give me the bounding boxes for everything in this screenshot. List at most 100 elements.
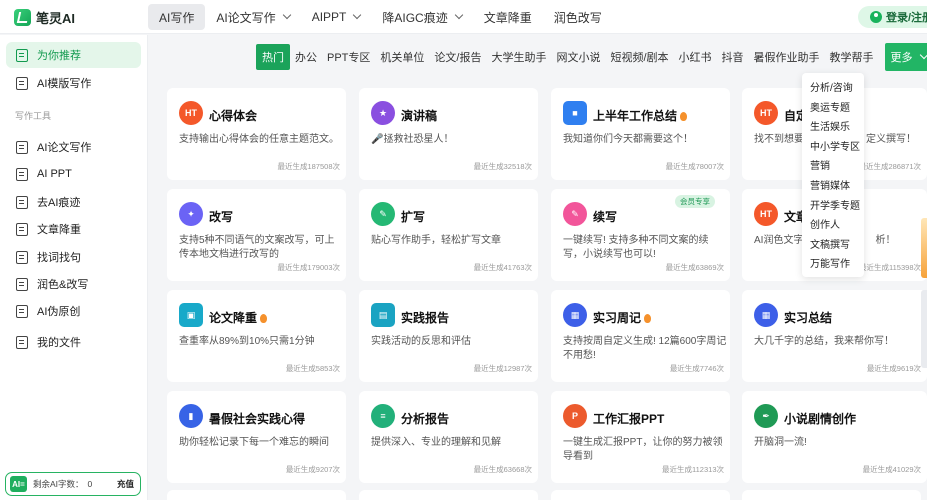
login-button[interactable]: 登录/注册	[858, 6, 927, 28]
ppt-icon	[16, 167, 28, 181]
card-description: 查重率从89%到10%只需1分钟	[179, 335, 344, 349]
sidebar-item-ai-ppt[interactable]: AI PPT	[6, 161, 141, 187]
card-title: 续写	[593, 208, 617, 225]
menu-item[interactable]: 生活娱乐	[802, 118, 864, 138]
template-card[interactable]: ✒ 小说剧情创作 开脑洞一流! 最近生成41029次	[742, 391, 927, 483]
card-title: 心得体会	[209, 107, 257, 124]
erase-icon	[16, 195, 28, 209]
sidebar-item-label: 润色&改写	[37, 279, 89, 291]
tab-douyin[interactable]: 抖音	[717, 44, 749, 70]
top-bar: 笔灵AI AI写作 AI论文写作 AIPPT 降AIGC痕迹 文章降重 润色改写…	[0, 0, 927, 34]
card-title-text: 实践报告	[401, 311, 450, 325]
ai-quota-bar: AI= 剩余AI字数： 0 充值	[5, 472, 141, 496]
card-description-text: 支持输出心得体会的任意主题范文。	[179, 134, 339, 145]
card-description: 开脑洞一流!	[754, 436, 919, 450]
template-card[interactable]: ★ 演讲稿 🎤拯救社恐星人！ 最近生成32518次	[359, 88, 538, 180]
card-description: 🎤拯救社恐星人！	[371, 133, 536, 147]
sidebar-item-remove-ai[interactable]: 去AI痕迹	[6, 189, 141, 215]
topnav-dedupe[interactable]: 文章降重	[473, 4, 543, 30]
menu-item[interactable]: 中小学专区	[802, 138, 864, 158]
card-title: 暑假社会实践心得	[209, 410, 305, 427]
menu-item[interactable]: 分析/咨询	[802, 79, 864, 99]
card-title: 实习总结	[784, 309, 832, 326]
card-title-text: 心得体会	[209, 109, 258, 123]
card-title-text: 暑假社会实践心得	[209, 412, 306, 426]
sidebar-item-polish[interactable]: 润色&改写	[6, 271, 141, 297]
menu-item[interactable]: 营销媒体	[802, 177, 864, 197]
fire-ht-icon: HT	[754, 202, 778, 226]
floating-widget[interactable]	[921, 290, 927, 368]
paper-icon	[16, 140, 28, 154]
doc-check-icon: ▣	[179, 303, 203, 327]
card-title: 实习周记	[593, 309, 652, 326]
sidebar-item-find-words[interactable]: 找词找句	[6, 244, 141, 270]
more-button[interactable]: 更多	[884, 43, 927, 71]
login-label: 登录/注册	[886, 12, 927, 24]
topnav-polish[interactable]: 润色改写	[543, 4, 613, 30]
tab-paper-report[interactable]: 论文/报告	[429, 44, 486, 70]
tab-hot[interactable]: 热门	[256, 44, 290, 70]
menu-item[interactable]: 文稿撰写	[802, 236, 864, 256]
tab-teaching[interactable]: 教学帮手	[825, 44, 879, 70]
tab-short-video[interactable]: 短视频/剧本	[605, 44, 673, 70]
template-card[interactable]: ▣ 论文降重 查重率从89%到10%只需1分钟 最近生成5853次	[167, 290, 346, 382]
tab-web-novel[interactable]: 网文小说	[551, 44, 605, 70]
card-title-text: 论文降重	[209, 311, 258, 325]
sidebar: 为你推荐 AI模版写作 写作工具 AI论文写作 AI PPT 去AI痕迹 文章降…	[0, 35, 148, 500]
sidebar-item-template-writing[interactable]: AI模版写作	[6, 70, 141, 96]
ai-quota-icon: AI=	[10, 476, 27, 492]
template-card[interactable]: ▦ 实习总结 大几千字的总结，我来帮你写！ 最近生成9619次	[742, 290, 927, 382]
template-card[interactable]: ✦ 改写 支持5种不同语气的文案改写，可上传本地文档进行改写的 最近生成179003次	[167, 189, 346, 281]
menu-item[interactable]: 奥运专题	[802, 99, 864, 119]
sidebar-item-label: 去AI痕迹	[37, 197, 81, 209]
tab-government[interactable]: 机关单位	[375, 44, 429, 70]
topnav-aippt[interactable]: AIPPT	[301, 4, 372, 30]
menu-item[interactable]: 营销	[802, 157, 864, 177]
card-usage-count: 最近生成63668次	[473, 465, 532, 474]
template-card[interactable]: ▮ 暑假社会实践心得 助你轻松记录下每一个难忘的瞬间 最近生成9207次	[167, 391, 346, 483]
card-description: 实践活动的反思和评估	[371, 335, 536, 349]
tab-office[interactable]: 办公	[290, 44, 322, 70]
card-usage-count: 最近生成9207次	[285, 465, 340, 474]
rewrite-icon	[16, 304, 28, 318]
sidebar-item-label: 找词找句	[37, 252, 81, 264]
topnav-label: 文章降重	[483, 10, 532, 25]
template-card[interactable]: ■ 上半年工作总结 我知道你们今天都需要这个！ 最近生成78007次	[551, 88, 730, 180]
topnav-ai-paper[interactable]: AI论文写作	[205, 4, 300, 30]
card-description-text: 开脑洞一流!	[754, 437, 807, 448]
sidebar-item-ai-paper[interactable]: AI论文写作	[6, 134, 141, 160]
logo[interactable]: 笔灵AI	[14, 8, 75, 27]
template-card[interactable]: ▦ 实习周记 支持按周自定义生成! 12篇600字周记不用愁! 最近生成7746次	[551, 290, 730, 382]
sidebar-item-my-files[interactable]: 我的文件	[6, 329, 141, 355]
menu-item[interactable]: 开学季专题	[802, 197, 864, 217]
card-description-text: 提供深入、专业的理解和见解	[371, 437, 501, 448]
template-card[interactable]: ≡ 分析报告 提供深入、专业的理解和见解 最近生成63668次	[359, 391, 538, 483]
card-description-text: 🎤拯救社恐星人！	[371, 134, 454, 145]
tab-summer-homework[interactable]: 暑假作业助手	[749, 44, 825, 70]
menu-item[interactable]: 创作人	[802, 216, 864, 236]
category-tabs: 热门 办公 PPT专区 机关单位 论文/报告 大学生助手 网文小说 短视频/剧本…	[256, 43, 927, 71]
template-card[interactable]: ✎ 扩写 贴心写作助手，轻松扩写文章 最近生成41763次	[359, 189, 538, 281]
card-description-tail: 析！	[875, 235, 896, 246]
sidebar-item-label: 我的文件	[37, 337, 81, 349]
card-usage-count: 最近生成32518次	[473, 162, 532, 171]
menu-item[interactable]: 万能写作	[802, 255, 864, 275]
template-card[interactable]: P 工作汇报PPT 一键生成汇报PPT，让你的努力被领导看到 最近生成112313次	[551, 391, 730, 483]
card-usage-count: 最近生成12987次	[473, 364, 532, 373]
topnav-ai-writing[interactable]: AI写作	[148, 4, 206, 30]
sidebar-item-pseudo-original[interactable]: AI伪原创	[6, 298, 141, 324]
topnav-reduce-aigc[interactable]: 降AIGC痕迹	[371, 4, 472, 30]
more-dropdown-menu: 分析/咨询 奥运专题 生活娱乐 中小学专区 营销 营销媒体 开学季专题 创作人 …	[802, 73, 864, 277]
template-card[interactable]: ✎ 续写 一键续写! 支持多种不同文案的续写，小说续写也可以! 会员专享 最近生成638…	[551, 189, 730, 281]
template-card[interactable]: ▤ 实践报告 实践活动的反思和评估 最近生成12987次	[359, 290, 538, 382]
card-description-text: 贴心写作助手，轻松扩写文章	[371, 235, 501, 246]
polish-icon	[16, 277, 28, 291]
template-card[interactable]: HT 心得体会 支持输出心得体会的任意主题范文。 最近生成187508次	[167, 88, 346, 180]
tab-college-helper[interactable]: 大学生助手	[486, 44, 551, 70]
tab-ppt[interactable]: PPT专区	[322, 44, 375, 70]
recharge-button[interactable]: 充值	[117, 478, 134, 490]
sidebar-item-recommend[interactable]: 为你推荐	[6, 42, 141, 68]
sidebar-item-dedupe[interactable]: 文章降重	[6, 216, 141, 242]
tab-xiaohongshu[interactable]: 小红书	[674, 44, 717, 70]
floating-widget[interactable]	[921, 218, 927, 278]
